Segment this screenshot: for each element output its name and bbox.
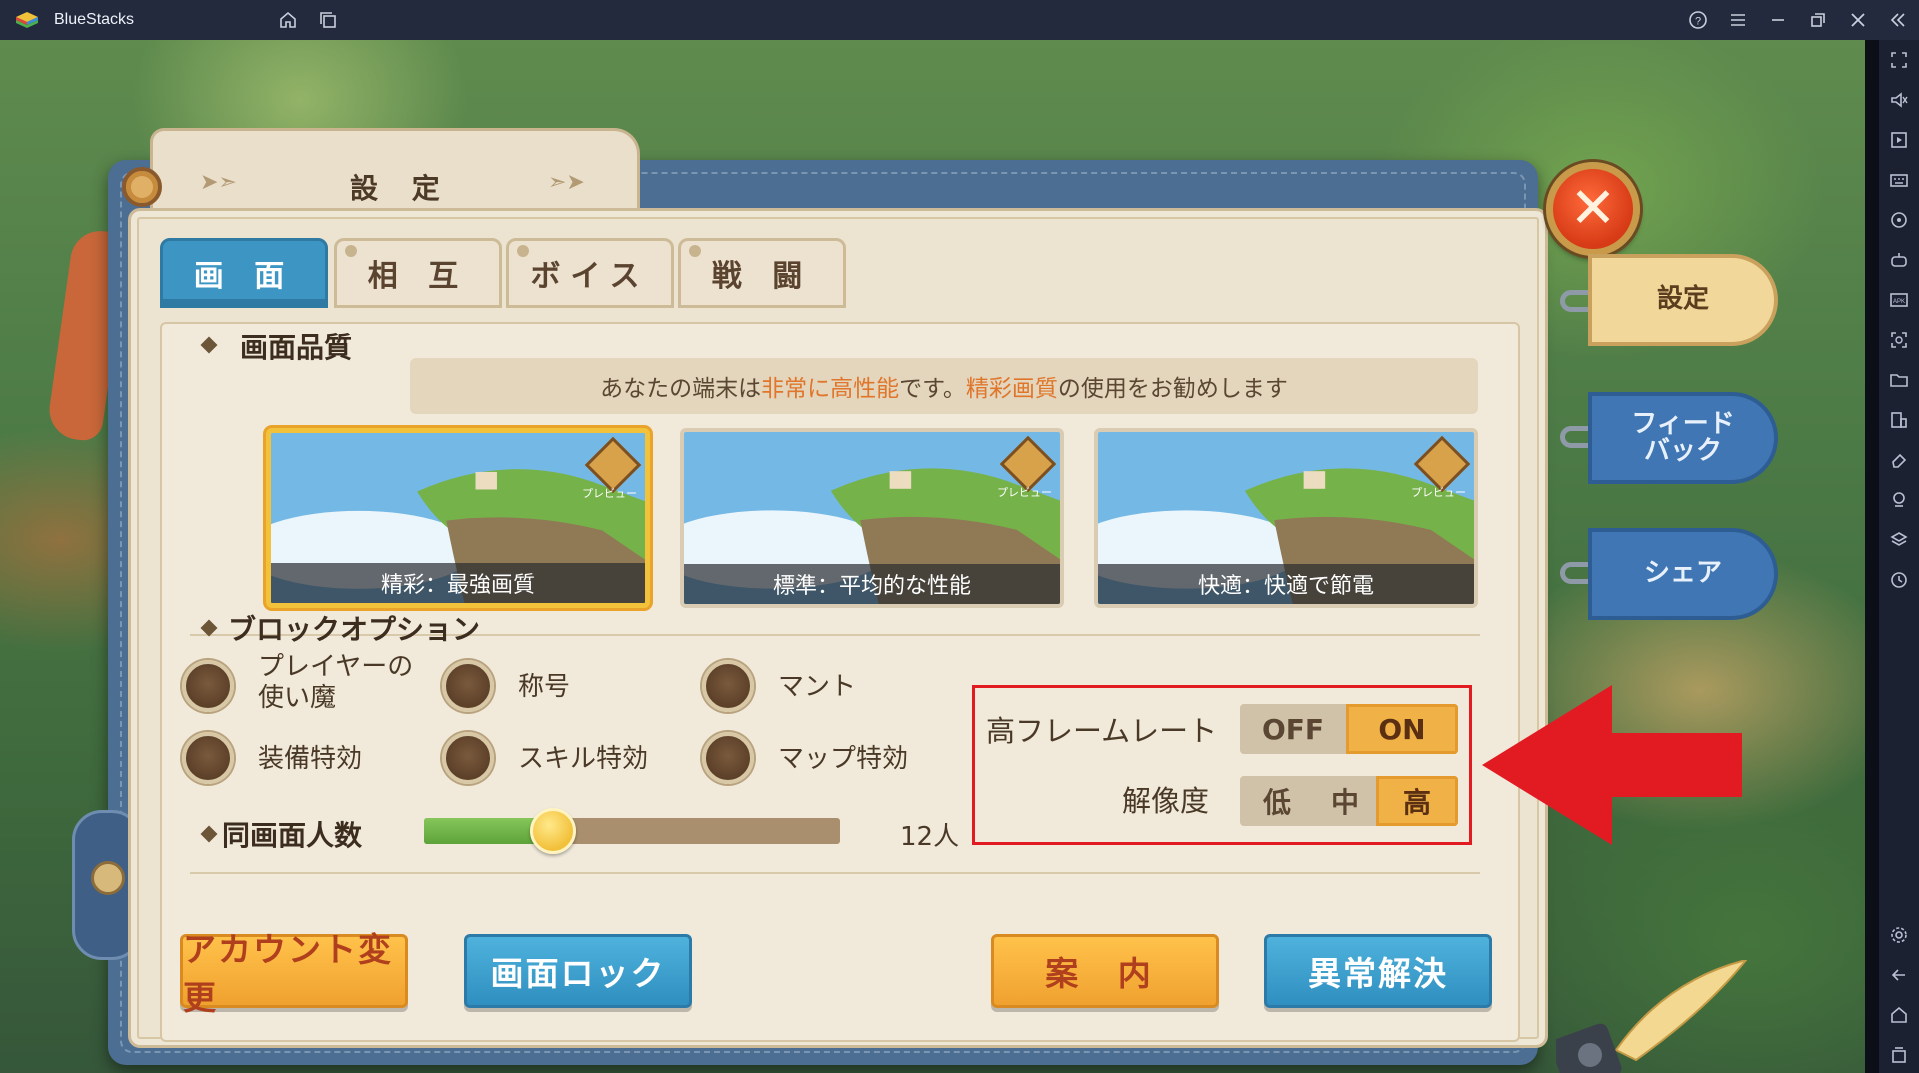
option-map-effect-radio[interactable] xyxy=(702,732,754,784)
tab-screen[interactable]: 画 面 xyxy=(160,238,328,308)
resolution-selector: 低 中 高 xyxy=(1240,776,1458,826)
annotation-arrow-icon xyxy=(1482,685,1742,845)
quality-card-caption: 精彩：最強画質 xyxy=(271,563,645,603)
section-divider xyxy=(190,872,1480,874)
restore-icon[interactable] xyxy=(1808,10,1828,30)
location-icon[interactable] xyxy=(1889,490,1909,510)
rotate-icon[interactable] xyxy=(1889,210,1909,230)
sidebar-separator xyxy=(1865,40,1879,1073)
quality-card-caption: 快適：快適で節電 xyxy=(1098,564,1474,604)
frame-rate-on-option[interactable]: ON xyxy=(1346,704,1458,754)
pin-icon xyxy=(122,167,162,207)
svg-text:APK: APK xyxy=(1893,299,1905,305)
option-title-radio[interactable] xyxy=(442,660,494,712)
option-map-effect-label: マップ特効 xyxy=(778,744,909,774)
app-title: BlueStacks xyxy=(54,11,135,28)
frame-rate-toggle: OFF ON xyxy=(1240,704,1458,754)
bluestacks-logo-icon xyxy=(14,9,40,31)
quality-card-comfort[interactable]: プレビュー 快適：快適で節電 xyxy=(1094,428,1478,608)
side-tab-share[interactable]: シェア xyxy=(1588,528,1778,620)
players-slider-track[interactable] xyxy=(424,808,840,854)
tab-interaction[interactable]: 相 互 xyxy=(334,238,502,308)
right-ornament-icon: ➣➤ xyxy=(548,170,585,195)
resolution-label: 解像度 xyxy=(1122,784,1210,818)
side-tab-settings[interactable]: 設定 xyxy=(1588,254,1778,346)
apk-icon[interactable]: APK xyxy=(1889,290,1909,310)
multi-instance-icon[interactable] xyxy=(318,10,338,30)
players-slider-value: 12人 xyxy=(900,822,960,852)
quality-section-label: 画面品質 xyxy=(240,331,353,364)
window-titlebar: BlueStacks ? xyxy=(0,0,1919,40)
eraser-icon[interactable] xyxy=(1889,450,1909,470)
folder-icon[interactable] xyxy=(1889,370,1909,390)
block-options-label: ブロックオプション xyxy=(228,613,481,646)
media-icon[interactable] xyxy=(1889,130,1909,150)
gamepad-icon[interactable] xyxy=(1889,250,1909,270)
option-skill-effect-radio[interactable] xyxy=(442,732,494,784)
option-cloak-radio[interactable] xyxy=(702,660,754,712)
quill-inkwell-icon xyxy=(1556,960,1748,1073)
option-skill-effect-label: スキル特効 xyxy=(518,744,649,774)
account-change-button[interactable]: アカウント変更 xyxy=(180,930,408,1017)
quality-recommendation-banner: あなたの端末は 非常に高性能 です。 精彩画質 の使用をお勧めします xyxy=(410,358,1478,414)
macro-icon[interactable] xyxy=(1889,570,1909,590)
option-title-label: 称号 xyxy=(518,672,571,702)
close-icon[interactable] xyxy=(1848,10,1868,30)
collapse-sidebar-icon[interactable] xyxy=(1888,10,1908,30)
home-icon[interactable] xyxy=(278,10,298,30)
option-pet-label: プレイヤーの 使い魔 xyxy=(258,652,414,714)
android-home-icon[interactable] xyxy=(1889,1005,1909,1025)
option-pet-radio[interactable] xyxy=(182,660,234,712)
guide-button[interactable]: 案 内 xyxy=(991,934,1219,1008)
option-equip-effect-label: 装備特効 xyxy=(258,744,363,774)
side-tab-feedback[interactable]: フィード バック xyxy=(1588,392,1778,484)
troubleshoot-button[interactable]: 異常解決 xyxy=(1264,934,1492,1008)
screenshot-icon[interactable] xyxy=(1889,330,1909,350)
quality-card-standard[interactable]: プレビュー 標準：平均的な性能 xyxy=(680,428,1064,608)
multi-instance-sidebar-icon[interactable] xyxy=(1889,410,1909,430)
quality-card-caption: 標準：平均的な性能 xyxy=(684,564,1060,604)
svg-text:?: ? xyxy=(1695,16,1701,28)
settings-icon[interactable] xyxy=(1889,925,1909,945)
resolution-mid-option[interactable]: 中 xyxy=(1314,776,1376,826)
keyboard-icon[interactable] xyxy=(1889,170,1909,190)
quality-card-best[interactable]: プレビュー 精彩：最強画質 xyxy=(266,428,650,608)
close-x-icon: ✕ xyxy=(1569,176,1617,241)
bluestacks-sidebar: APK xyxy=(1879,40,1919,1073)
resolution-high-option[interactable]: 高 xyxy=(1376,776,1458,826)
players-on-screen-label: 同画面人数 xyxy=(222,819,363,852)
tab-battle[interactable]: 戦 闘 xyxy=(678,238,846,308)
close-dialog-button[interactable]: ✕ xyxy=(1546,162,1640,256)
minimize-icon[interactable] xyxy=(1768,10,1788,30)
players-slider-thumb[interactable] xyxy=(530,808,576,854)
tab-voice[interactable]: ボイス xyxy=(506,238,674,308)
fullscreen-icon[interactable] xyxy=(1889,50,1909,70)
option-equip-effect-radio[interactable] xyxy=(182,732,234,784)
dialog-title: 設 定 xyxy=(350,172,452,205)
help-icon[interactable]: ? xyxy=(1688,10,1708,30)
volume-icon[interactable] xyxy=(1889,90,1909,110)
frame-rate-label: 高フレームレート xyxy=(986,714,1218,748)
layers-icon[interactable] xyxy=(1889,530,1909,550)
screen-lock-button[interactable]: 画面ロック xyxy=(464,934,692,1008)
frame-rate-off-option[interactable]: OFF xyxy=(1240,704,1346,754)
option-cloak-label: マント xyxy=(778,672,857,702)
left-ornament-icon: ➤➣ xyxy=(200,170,237,195)
recent-apps-icon[interactable] xyxy=(1889,1045,1909,1065)
game-viewport: ➤➣ 設 定 ➣➤ 画 面 相 互 ボイス 戦 闘 ✕ 設定 フィード バック … xyxy=(0,40,1865,1073)
resolution-low-option[interactable]: 低 xyxy=(1240,776,1314,826)
menu-icon[interactable] xyxy=(1728,10,1748,30)
back-icon[interactable] xyxy=(1889,965,1909,985)
